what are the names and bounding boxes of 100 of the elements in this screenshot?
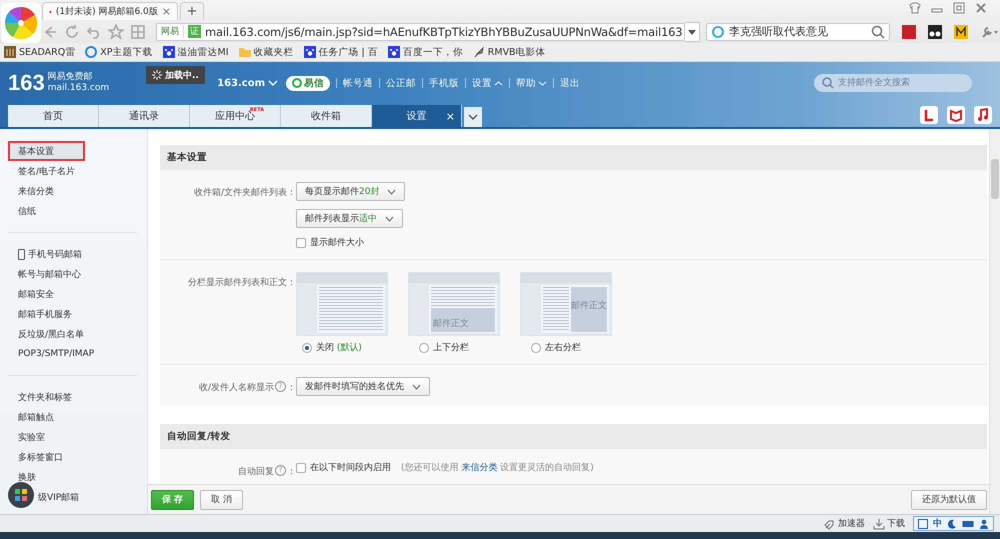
sidebar-item[interactable]: 手机号码邮箱 [0,244,147,264]
mail-search-field[interactable]: 支持邮件全文搜索 [814,74,972,92]
bookmark-item[interactable]: 溢油雷达MI [162,46,229,58]
close-button[interactable]: × [446,110,455,122]
browser-logo-icon[interactable] [1,3,41,43]
field-label: 收/发件人名称显示 [198,382,274,394]
dropdown[interactable]: 发邮件时填写的姓名优先 [296,377,430,396]
glasses-extension-icon[interactable] [928,24,942,38]
checkbox[interactable] [296,462,306,472]
nav-menu[interactable]: 设置 [472,76,503,90]
mail-tab[interactable]: 首页 [8,105,99,127]
sidebar-item[interactable]: 文件夹和标签 [0,387,147,407]
nav-link[interactable]: 公正邮 [386,76,416,90]
back-icon[interactable] [42,24,58,40]
letter-m-extension-icon[interactable] [954,24,968,38]
radio-button[interactable] [419,342,429,352]
paw-icon [388,46,400,58]
sidebar-item[interactable]: 来信分类 [0,181,147,201]
category-link[interactable]: 来信分类 [461,463,498,473]
address-bar[interactable]: 网易 证 mail.163.com/js6/main.jsp?sid=hAEnufKBTpTkizYBhYBBuZusaUUPNnWa&df=mail163 [156,22,685,40]
caret-icon[interactable] [268,79,278,87]
bookmark-item[interactable]: SEADARQ雷 [4,46,76,58]
paw-icon [304,46,316,58]
bookmark-item[interactable]: 百度一下，你 [388,46,463,58]
yixin-button[interactable]: 易信 [286,76,330,90]
search-field[interactable]: 李克强听取代表意见 [706,22,890,40]
book-app-icon[interactable] [947,106,965,124]
wrench-icon[interactable] [980,24,1000,38]
nav-link[interactable]: 帐号通 [343,76,373,90]
search-icon [822,77,834,89]
loading-badge: 加载中.. [146,66,205,84]
ime-toolbar[interactable]: 中 [913,516,994,531]
radio-button[interactable] [302,342,312,352]
logo-number: 163 [8,70,45,96]
checkbox-label: 显示邮件大小 [310,236,364,249]
url-text: mail.163.com/js6/main.jsp?sid=hAEnufKBTpTkizYBhYBBuZusaUUPNnWa&df=mail163 [205,24,682,38]
browser-tab[interactable]: (1封未读) 网易邮箱6.0版 × [42,2,178,20]
sidebar-item[interactable]: 级VIP邮箱 [0,487,147,507]
bookmark-item[interactable]: 收藏夹栏 [238,46,294,58]
sidebar-item[interactable]: 邮箱触点 [0,407,147,427]
caret-icon [494,80,503,86]
mail-tab[interactable]: 收件箱 [281,105,372,127]
sidebar-item[interactable]: POP3/SMTP/IMAP [0,344,147,364]
reset-button[interactable]: 还原为默认值 [911,490,987,510]
keyboard-icon [962,518,974,528]
search-text: 李克强听取代表意见 [729,24,829,39]
account-name[interactable]: 163.com [217,78,265,88]
new-tab-button[interactable]: + [180,2,204,20]
l-app-icon[interactable] [920,106,938,124]
sidebar-item[interactable]: 基本设置 [8,141,85,161]
more-tabs-button[interactable] [464,107,482,127]
bookmark-item[interactable]: 任务广场 | 百 [304,46,378,58]
apps-button[interactable] [8,482,34,508]
sidebar-item[interactable]: 信纸 [0,201,147,221]
status-item[interactable]: 下载 [873,517,905,530]
caret-icon [387,188,396,194]
music-app-icon[interactable] [974,106,992,124]
caret-icon [468,113,478,121]
sidebar-item[interactable]: 反垃圾/黑白名单 [0,324,147,344]
checkbox[interactable] [296,238,306,248]
refresh-icon[interactable] [64,24,80,40]
site-label: 网易 [161,25,184,38]
sidebar-item[interactable]: 邮箱手机服务 [0,304,147,324]
nav-link[interactable]: 手机版 [429,76,459,90]
radio-label: 左右分栏 [545,342,581,354]
preview-label: 邮件正文 [433,318,469,330]
bookmark-item[interactable]: XP主题下载 [85,46,153,58]
dropdown[interactable]: 每页显示邮件20封 [296,182,406,201]
status-item[interactable]: 加速器 [824,517,865,530]
sidebar-item[interactable]: 换肤 [0,467,147,487]
feather-icon [472,46,485,58]
maximize-icon[interactable] [952,2,966,14]
close-button[interactable]: × [162,5,171,18]
sidebar-item[interactable]: 邮箱安全 [0,284,147,304]
apps-grid-icon [14,488,28,502]
sidebar-item[interactable]: 帐号与邮箱中心 [0,264,147,284]
preview-label: 邮件正文 [571,300,607,312]
sidebar-item[interactable]: 签名/电子名片 [0,161,147,181]
dropdown[interactable]: 邮件列表显示适中 [296,209,403,228]
star-icon[interactable] [108,24,124,40]
shirt-icon[interactable] [908,2,922,14]
seal-extension-icon[interactable] [902,24,916,38]
scrollbar[interactable] [989,129,1000,514]
nav-menu[interactable]: 帮助 [516,76,547,90]
person-icon [979,518,989,528]
radio-button[interactable] [531,342,541,352]
mail-tab[interactable]: 通讯录 [99,105,190,127]
grid-icon[interactable] [130,24,146,40]
sidebar-item[interactable]: 实验室 [0,427,147,447]
search-icon[interactable] [871,24,885,38]
close-icon[interactable] [974,2,988,14]
cancel-button[interactable]: 取 消 [200,490,244,510]
sidebar-item[interactable]: 多标签窗口 [0,447,147,467]
bookmark-item[interactable]: RMVB电影体 [472,46,546,58]
download-icon [873,518,885,530]
spinner-icon [152,70,162,80]
caret-icon [538,80,547,86]
mail-tab[interactable]: 设置 × [372,105,462,127]
section-title: 基本设置 [160,145,987,170]
radio-label: 关闭 (默认) [316,342,362,354]
